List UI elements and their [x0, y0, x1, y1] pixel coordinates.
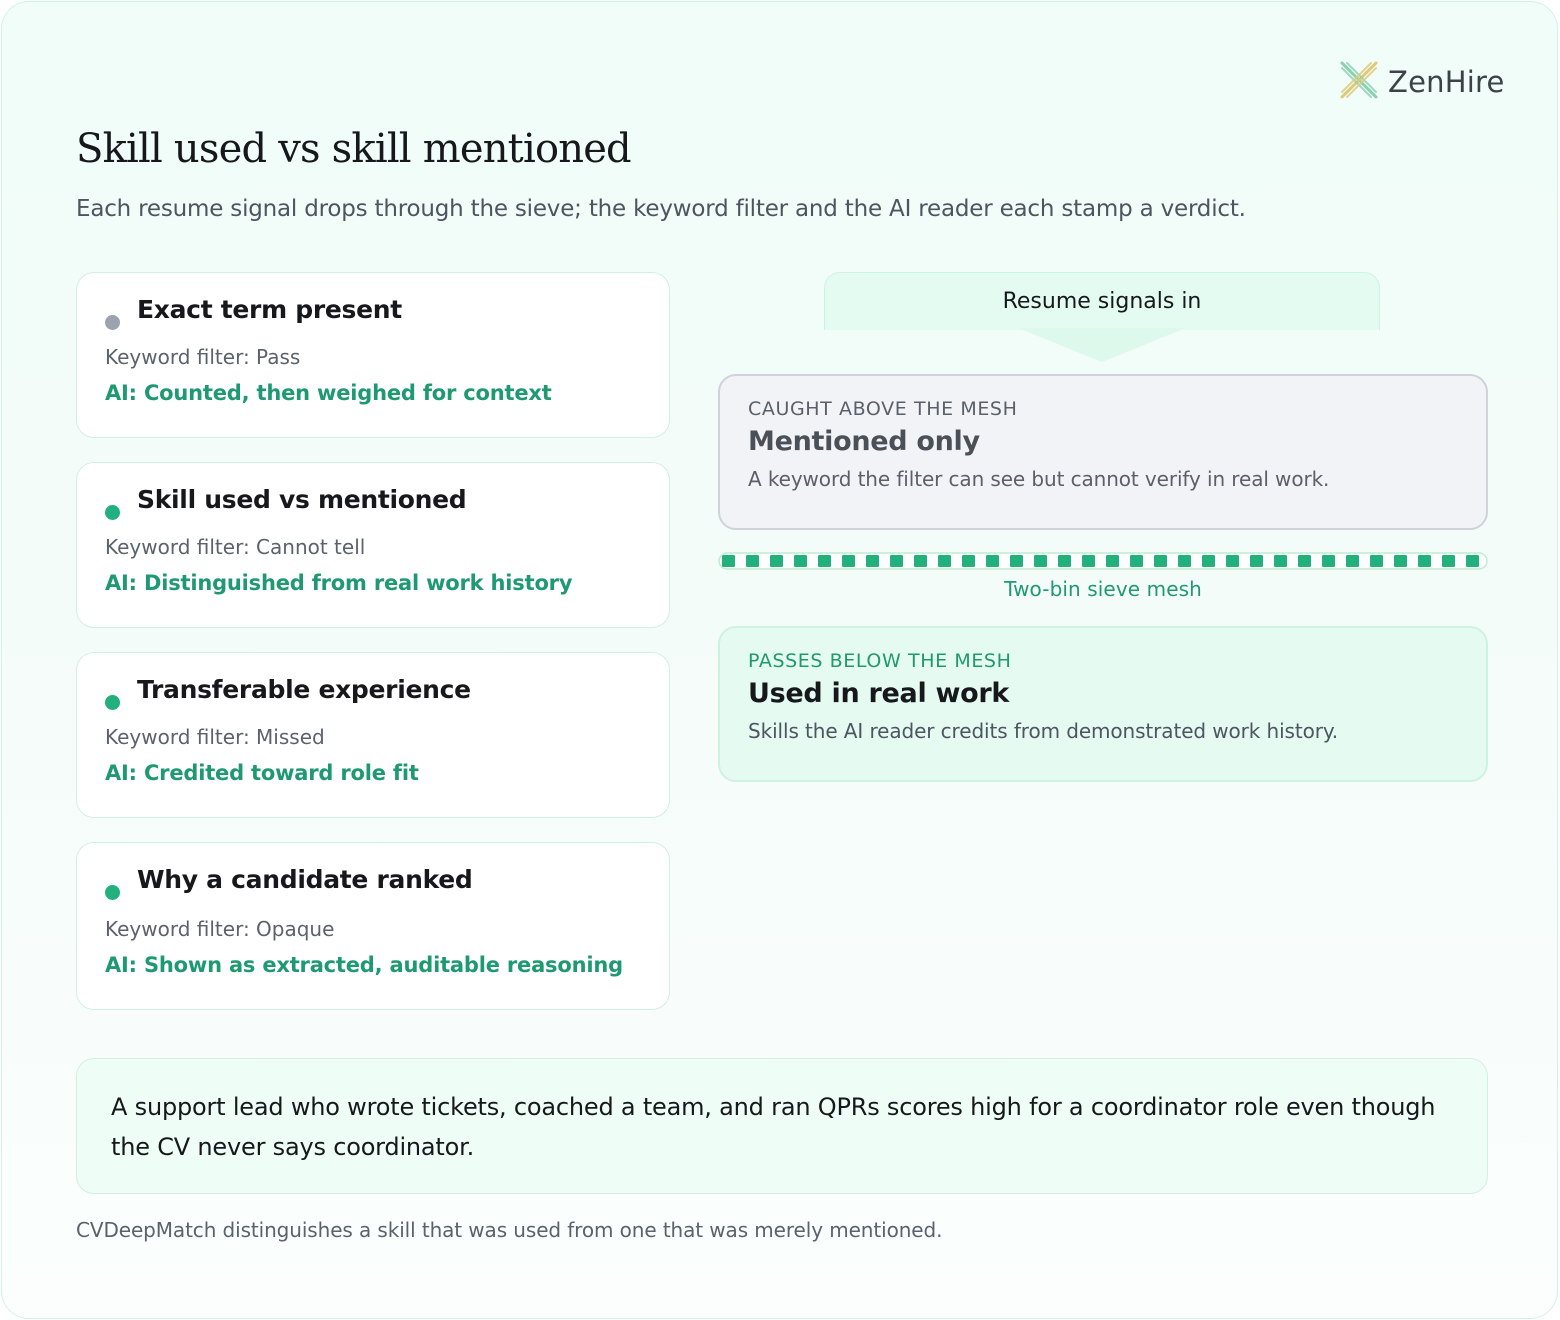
sieve-mesh	[718, 552, 1488, 574]
page-title: Skill used vs skill mentioned	[76, 126, 632, 172]
ai-verdict: AI: Distinguished from real work history	[105, 571, 573, 595]
signal-title: Transferable experience	[137, 675, 471, 704]
mesh-tooth	[1250, 555, 1263, 567]
mesh-tooth	[1130, 555, 1143, 567]
mesh-tooth	[842, 555, 855, 567]
signal-card: Exact term present Keyword filter: Pass …	[76, 272, 670, 438]
upper-bin: CAUGHT ABOVE THE MESH Mentioned only A k…	[718, 374, 1488, 530]
mesh-tooth	[866, 555, 879, 567]
keyword-verdict: Keyword filter: Opaque	[105, 917, 335, 941]
mesh-tooth	[986, 555, 999, 567]
lower-bin-description: Skills the AI reader credits from demons…	[748, 719, 1339, 743]
upper-bin-description: A keyword the filter can see but cannot …	[748, 467, 1330, 491]
signal-card: Why a candidate ranked Keyword filter: O…	[76, 842, 670, 1010]
mesh-tooth	[1442, 555, 1455, 567]
ai-verdict: AI: Credited toward role fit	[105, 761, 419, 785]
lower-bin: PASSES BELOW THE MESH Used in real work …	[718, 626, 1488, 782]
brand-logo: ZenHire	[1338, 58, 1504, 106]
mesh-tooth	[794, 555, 807, 567]
mesh-tooth	[1178, 555, 1191, 567]
status-dot	[105, 695, 120, 710]
lower-bin-kicker: PASSES BELOW THE MESH	[748, 650, 1012, 672]
ai-verdict: AI: Shown as extracted, auditable reason…	[105, 953, 623, 977]
brand-name: ZenHire	[1388, 65, 1505, 99]
mesh-tooth	[1418, 555, 1431, 567]
upper-bin-title: Mentioned only	[748, 426, 980, 457]
mesh-tooth	[1010, 555, 1023, 567]
mesh-tooth	[746, 555, 759, 567]
mesh-tooth	[1106, 555, 1119, 567]
mesh-tooth	[1274, 555, 1287, 567]
mesh-tooth	[1346, 555, 1359, 567]
signal-title: Skill used vs mentioned	[137, 485, 467, 514]
example-callout: A support lead who wrote tickets, coache…	[76, 1058, 1488, 1194]
mesh-tooth	[1082, 555, 1095, 567]
down-arrow-icon	[1018, 328, 1186, 366]
mesh-tooth	[1298, 555, 1311, 567]
mesh-tooth	[914, 555, 927, 567]
mesh-tooth	[1466, 555, 1479, 567]
lower-bin-title: Used in real work	[748, 678, 1010, 709]
mesh-tooth	[1202, 555, 1215, 567]
status-dot	[105, 315, 120, 330]
signal-card: Transferable experience Keyword filter: …	[76, 652, 670, 818]
sieve-input-hopper: Resume signals in	[824, 272, 1380, 330]
signal-card: Skill used vs mentioned Keyword filter: …	[76, 462, 670, 628]
status-dot	[105, 505, 120, 520]
status-dot	[105, 885, 120, 900]
upper-bin-kicker: CAUGHT ABOVE THE MESH	[748, 398, 1018, 420]
mesh-tooth	[818, 555, 831, 567]
mesh-tooth	[1034, 555, 1047, 567]
mesh-tooth	[890, 555, 903, 567]
keyword-verdict: Keyword filter: Pass	[105, 345, 301, 369]
mesh-label: Two-bin sieve mesh	[1004, 577, 1202, 601]
keyword-verdict: Keyword filter: Missed	[105, 725, 325, 749]
mesh-tooth	[722, 555, 735, 567]
mesh-tooth	[1154, 555, 1167, 567]
mesh-tooth	[962, 555, 975, 567]
signal-title: Exact term present	[137, 295, 402, 324]
footer-note: CVDeepMatch distinguishes a skill that w…	[76, 1218, 943, 1242]
mesh-tooth	[1058, 555, 1071, 567]
slide-frame: ZenHire Skill used vs skill mentioned Ea…	[1, 1, 1558, 1319]
mesh-tooth	[938, 555, 951, 567]
mesh-tooth	[1322, 555, 1335, 567]
mesh-tooth	[1370, 555, 1383, 567]
mesh-tooth	[1226, 555, 1239, 567]
keyword-verdict: Keyword filter: Cannot tell	[105, 535, 366, 559]
signal-title: Why a candidate ranked	[137, 865, 473, 894]
mesh-tooth	[770, 555, 783, 567]
page-subtitle: Each resume signal drops through the sie…	[76, 196, 1246, 222]
mesh-tooth	[1394, 555, 1407, 567]
ai-verdict: AI: Counted, then weighed for context	[105, 381, 552, 405]
zenhire-logo-icon	[1338, 59, 1380, 105]
input-label: Resume signals in	[1002, 289, 1202, 314]
